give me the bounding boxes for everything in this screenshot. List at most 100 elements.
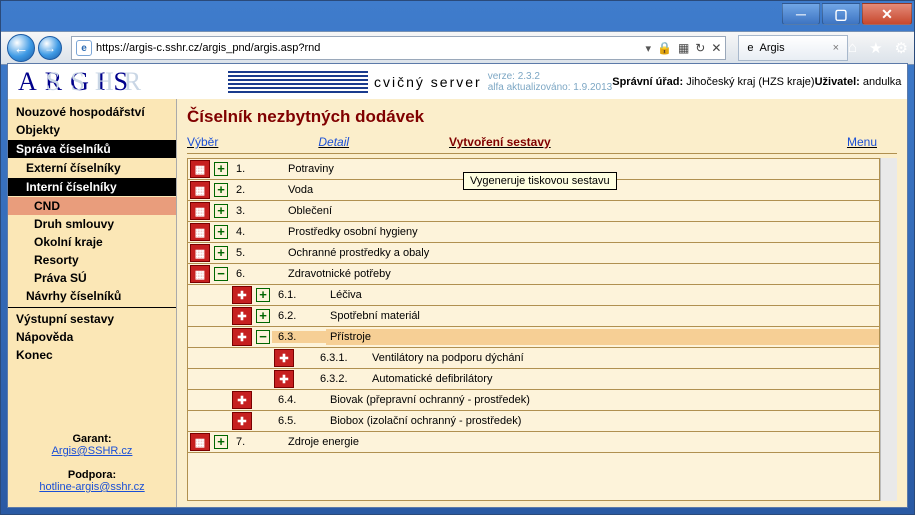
sidebar-item[interactable]: Konec [8,346,176,364]
tree-row[interactable]: ✚6.5.Biobox (izolační ochranný - prostře… [188,411,879,432]
medical-icon: ✚ [232,412,252,430]
medical-icon: ✚ [274,370,294,388]
row-label: Zdroje energie [284,434,879,450]
address-bar[interactable]: e https://argis-c.sshr.cz/argis_pnd/argi… [71,36,726,60]
sidebar-item[interactable]: Nápověda [8,328,176,346]
app-logo: ARGISSSHR [8,67,228,97]
back-button[interactable]: ← [7,34,35,62]
tree-row[interactable]: ▦+4.Prostředky osobní hygieny [188,222,879,243]
favorites-icon[interactable]: ★ [869,39,882,57]
home-icon[interactable]: ⌂ [848,39,857,57]
tree-row[interactable]: ▦+5.Ochranné prostředky a obaly [188,243,879,264]
row-label: Ventilátory na podporu dýchání [368,350,879,366]
medical-icon: ✚ [274,349,294,367]
tab-close-icon[interactable]: × [833,42,839,54]
server-label: cvičný server [374,74,482,90]
row-label: Biovak (přepravní ochranný - prostředek) [326,392,879,408]
url-dropdown-icon[interactable]: ▾ [645,42,651,55]
sidebar-item[interactable]: Interní číselníky [8,178,176,196]
sidebar-item[interactable]: Okolní kraje [8,233,176,251]
tab-title: Argis [760,42,785,54]
tools-icon[interactable]: ⚙ [895,39,908,57]
sidebar-item[interactable]: Druh smlouvy [8,215,176,233]
collapse-icon[interactable]: − [256,330,270,344]
row-label: Přístroje [326,329,879,345]
tree-row[interactable]: ✚6.3.2.Automatické defibrilátory [188,369,879,390]
sidebar-item[interactable]: Resorty [8,251,176,269]
sidebar-item[interactable]: Správa číselníků [8,140,176,158]
sidebar-item[interactable]: Návrhy číselníků [8,287,176,305]
row-number: 6.1. [272,289,326,301]
expand-icon[interactable]: + [214,435,228,449]
expand-icon[interactable]: + [214,246,228,260]
sidebar: Nouzové hospodářstvíObjektySpráva číseln… [8,99,177,507]
page-title: Číselník nezbytných dodávek [187,107,897,127]
sidebar-item[interactable]: Nouzové hospodářství [8,103,176,121]
expand-icon[interactable]: + [214,183,228,197]
tree-row[interactable]: ▦−6.Zdravotnické potřeby [188,264,879,285]
row-label: Zdravotnické potřeby [284,266,879,282]
sidebar-item[interactable]: Výstupní sestavy [8,310,176,328]
row-label: Prostředky osobní hygieny [284,224,879,240]
tree-row[interactable]: ▦ +7.Zdroje energie [188,432,879,453]
expand-icon[interactable]: + [214,162,228,176]
row-label: Ochranné prostředky a obaly [284,245,879,261]
window-maximize-button[interactable]: ▢ [822,3,860,25]
window-minimize-button[interactable]: ─ [782,3,820,25]
row-label: Léčiva [326,287,879,303]
main-panel: Číselník nezbytných dodávek Výběr Detail… [177,99,907,507]
row-label: Automatické defibrilátory [368,371,879,387]
row-number: 6.3.1. [314,352,368,364]
sidebar-item[interactable]: Externí číselníky [8,159,176,177]
tree-row[interactable]: ✚ +6.1.Léčiva [188,285,879,306]
category-icon: ▦ [190,265,210,283]
tree-row[interactable]: ✚6.4.Biovak (přepravní ochranný - prostř… [188,390,879,411]
expand-icon[interactable]: + [256,309,270,323]
stop-icon[interactable]: ✕ [711,41,721,55]
compat-icon[interactable]: ▦ [678,41,689,55]
medical-icon: ✚ [232,286,252,304]
refresh-icon[interactable]: ↻ [695,41,705,55]
garant-link[interactable]: Argis@SSHR.cz [52,445,133,457]
category-icon: ▦ [190,181,210,199]
page-client: ARGISSSHR cvičný server verze: 2.3.2alfa… [7,63,908,508]
tab-vyber[interactable]: Výběr [187,135,218,149]
version-info: verze: 2.3.2alfa aktualizováno: 1.9.2013 [488,71,613,93]
medical-icon: ✚ [232,328,252,346]
row-number: 6. [230,268,284,280]
browser-toolbar: ← → e https://argis-c.sshr.cz/argis_pnd/… [1,31,914,65]
row-number: 6.5. [272,415,326,427]
row-number: 6.3. [272,331,326,343]
browser-tab[interactable]: e Argis × [738,35,848,61]
row-label: Oblečení [284,203,879,219]
scrollbar[interactable] [880,158,897,501]
expand-icon[interactable]: + [214,225,228,239]
category-icon: ▦ [190,160,210,178]
sidebar-item[interactable]: Práva SÚ [8,269,176,287]
expand-icon[interactable]: + [214,204,228,218]
row-number: 7. [230,436,284,448]
tree-row[interactable]: ▦+3.Oblečení [188,201,879,222]
sidebar-item[interactable]: Objekty [8,121,176,139]
lock-icon: 🔒 [657,41,672,55]
tab-detail[interactable]: Detail [318,135,349,149]
category-icon: ▦ [190,433,210,451]
podpora-link[interactable]: hotline-argis@sshr.cz [39,481,144,493]
sidebar-item[interactable]: CND [8,197,176,215]
row-number: 1. [230,163,284,175]
forward-button[interactable]: → [38,36,62,60]
tab-menu[interactable]: Menu [847,135,877,149]
tree-row[interactable]: ✚ 6.3.1.Ventilátory na podporu dýchání [188,348,879,369]
tree-row[interactable]: ✚+6.2.Spotřební materiál [188,306,879,327]
tooltip: Vygeneruje tiskovou sestavu [463,172,617,190]
window-close-button[interactable]: ✕ [862,3,912,25]
expand-icon[interactable]: + [256,288,270,302]
row-number: 6.4. [272,394,326,406]
collapse-icon[interactable]: − [214,267,228,281]
window-titlebar: ─ ▢ ✕ [1,1,914,31]
ie-icon: e [747,42,753,54]
tab-vytvoreni-sestavy[interactable]: Vytvoření sestavy [449,135,551,149]
medical-icon: ✚ [232,307,252,325]
tree-row[interactable]: ✚−6.3.Přístroje [188,327,879,348]
sidebar-footer: Garant: Argis@SSHR.cz Podpora: hotline-a… [8,433,176,503]
